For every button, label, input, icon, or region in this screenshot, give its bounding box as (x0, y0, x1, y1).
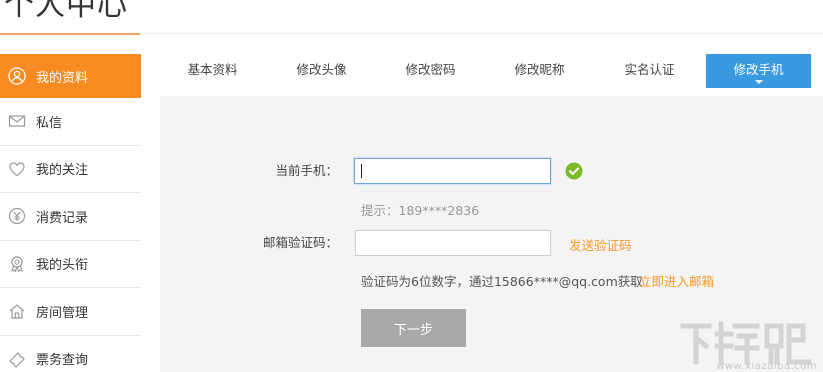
top-divider (140, 33, 823, 34)
sidebar-item-titles[interactable]: 我的头衔 (0, 241, 141, 288)
tab-basic-info[interactable]: 基本资料 (170, 54, 255, 88)
mail-icon (8, 112, 26, 130)
sidebar-item-consumption[interactable]: 消费记录 (0, 193, 141, 241)
medal-icon (8, 255, 26, 273)
sidebar: 我的资料 私信 我的关注 消费记录 我的头衔 房间管理 票务查询 (0, 54, 141, 372)
tab-change-avatar[interactable]: 修改头像 (279, 54, 364, 88)
title-underline (0, 33, 140, 35)
sidebar-item-rooms[interactable]: 房间管理 (0, 288, 141, 336)
user-icon (8, 67, 26, 85)
sidebar-item-label: 我的资料 (36, 70, 89, 86)
house-icon (8, 302, 26, 320)
sidebar-item-tickets[interactable]: 票务查询 (0, 336, 141, 372)
tab-change-password[interactable]: 修改密码 (388, 54, 473, 88)
profile-tabs: 基本资料 修改头像 修改密码 修改昵称 实名认证 修改手机 (160, 54, 823, 94)
watermark-url: www.xiazaiba.com (716, 361, 817, 372)
code-hint: 验证码为6位数字，通过15866****@qq.com获取 (361, 274, 643, 289)
sidebar-item-messages[interactable]: 私信 (0, 98, 141, 146)
email-code-input[interactable] (355, 230, 551, 256)
phone-hint: 提示：189****2836 (361, 203, 480, 218)
sidebar-item-profile[interactable]: 我的资料 (0, 54, 141, 98)
email-code-label: 邮箱验证码： (262, 235, 338, 250)
next-step-button[interactable]: 下一步 (361, 309, 466, 347)
sidebar-item-label: 我的关注 (36, 163, 89, 179)
sidebar-item-label: 我的头衔 (36, 258, 89, 274)
sidebar-item-label: 房间管理 (36, 305, 89, 321)
check-icon (565, 162, 583, 180)
sidebar-item-label: 消费记录 (36, 210, 89, 226)
ticket-icon (8, 350, 26, 368)
yen-icon (8, 207, 26, 225)
send-code-link[interactable]: 发送验证码 (569, 235, 632, 254)
sidebar-item-label: 票务查询 (36, 353, 89, 369)
sidebar-item-label: 私信 (36, 115, 63, 131)
enter-mailbox-link[interactable]: 立即进入邮箱 (639, 271, 714, 290)
caret-down-icon (754, 80, 763, 84)
sidebar-item-follows[interactable]: 我的关注 (0, 146, 141, 193)
heart-icon (8, 160, 26, 178)
current-phone-input[interactable] (354, 158, 551, 184)
phone-label: 当前手机： (275, 163, 338, 178)
tab-real-name-auth[interactable]: 实名认证 (607, 54, 692, 88)
text-caret (361, 164, 362, 178)
tab-change-phone[interactable]: 修改手机 (706, 54, 811, 88)
tab-label: 修改手机 (733, 62, 784, 77)
tab-change-nickname[interactable]: 修改昵称 (497, 54, 582, 88)
page-title: 个人中心 (4, 0, 128, 23)
